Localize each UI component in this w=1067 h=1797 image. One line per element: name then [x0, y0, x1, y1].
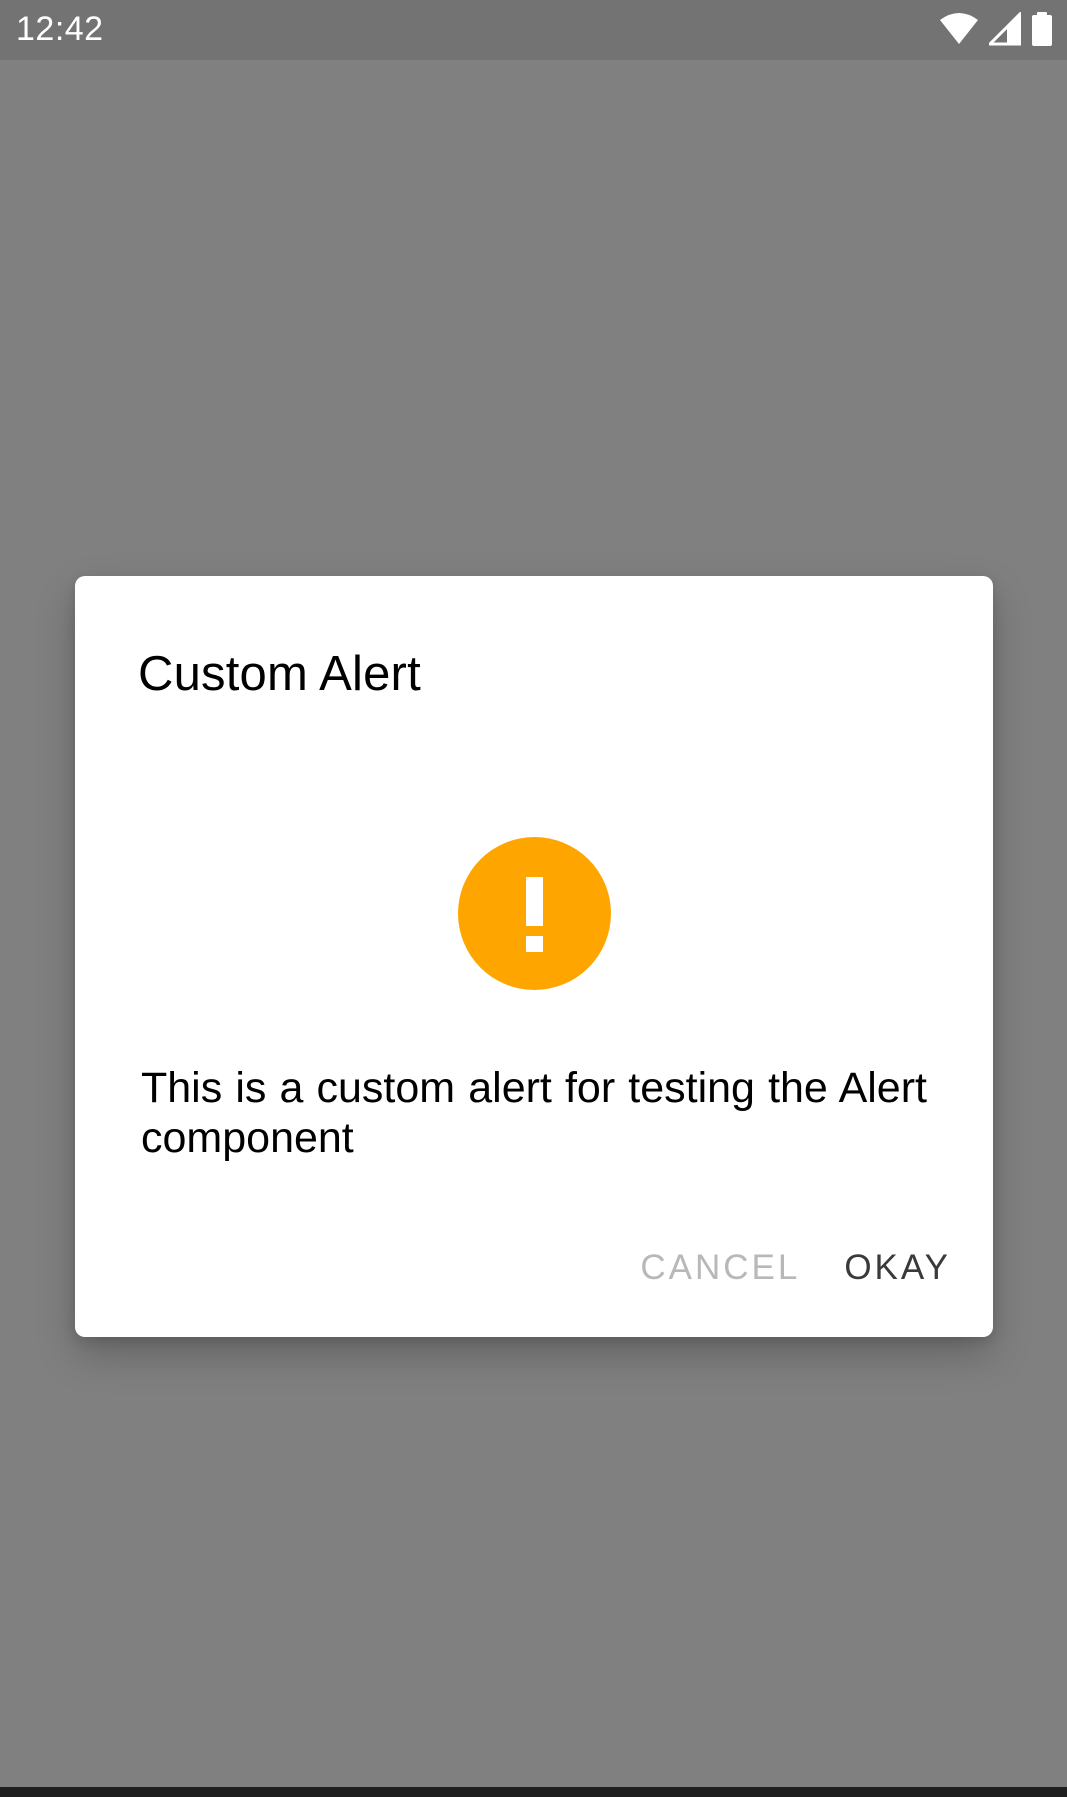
dialog-title: Custom Alert	[138, 647, 421, 701]
wifi-icon	[939, 12, 979, 46]
navigation-bar-edge	[0, 1787, 1067, 1797]
status-bar: 12:42	[0, 0, 1067, 60]
status-icons	[939, 10, 1053, 46]
warning-exclamation-icon	[458, 837, 611, 990]
cellular-signal-icon	[986, 10, 1022, 46]
dialog-message: This is a custom alert for testing the A…	[141, 1064, 927, 1162]
cancel-button[interactable]: CANCEL	[640, 1248, 800, 1288]
status-time: 12:42	[16, 10, 104, 48]
battery-icon	[1031, 12, 1053, 46]
alert-dialog: Custom Alert This is a custom alert for …	[75, 576, 993, 1337]
dialog-actions: CANCEL OKAY	[640, 1248, 951, 1288]
okay-button[interactable]: OKAY	[844, 1248, 951, 1288]
